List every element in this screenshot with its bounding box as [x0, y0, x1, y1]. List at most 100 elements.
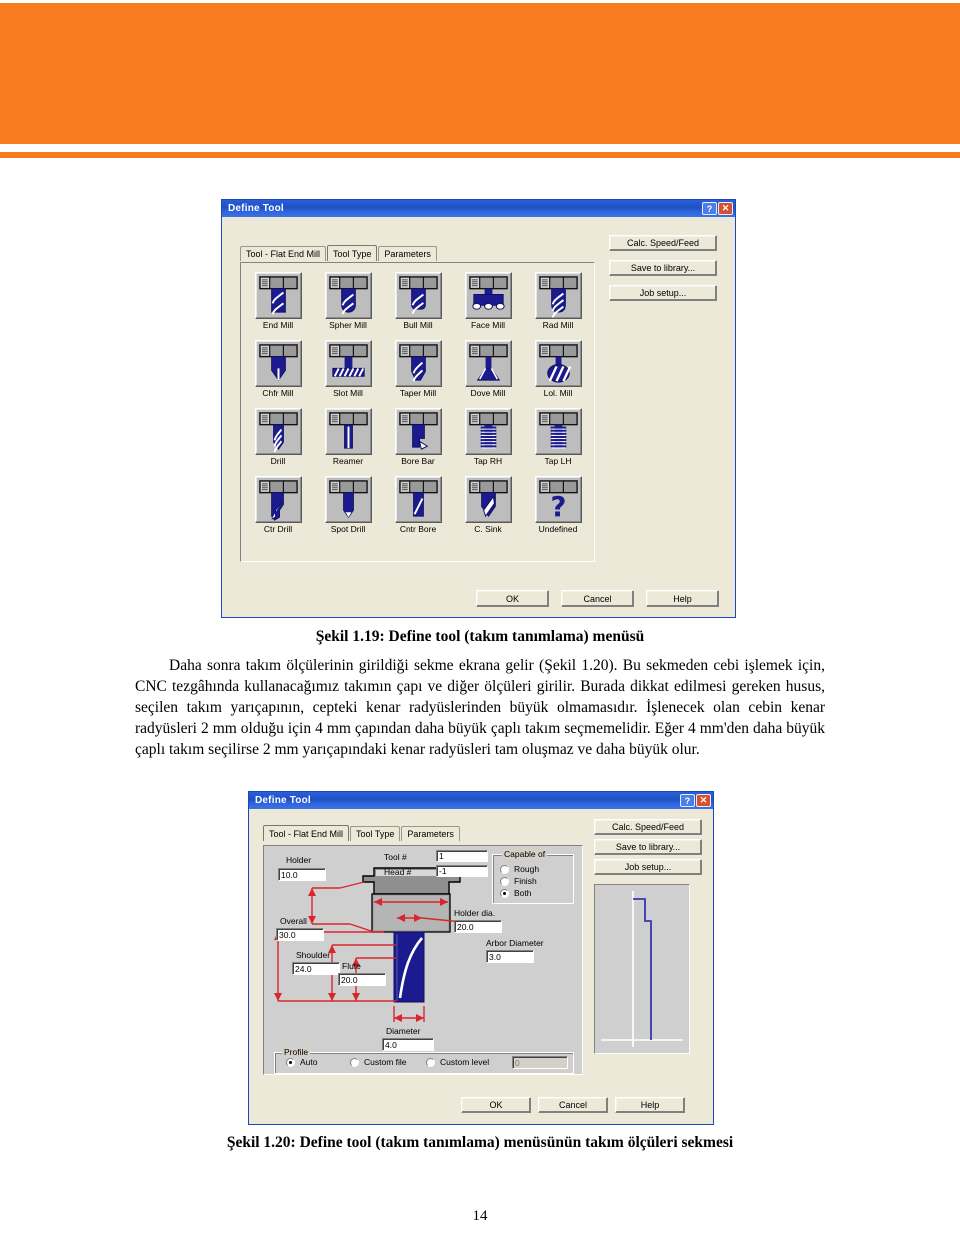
countersink-icon[interactable] — [464, 476, 512, 523]
label-flute: Flute — [342, 961, 361, 971]
tool-type-cell[interactable]: Cntr Bore — [383, 476, 453, 544]
center-drill-icon[interactable] — [254, 476, 302, 523]
label-profile-custom-level: Custom level — [440, 1057, 490, 1067]
bull-mill-icon[interactable] — [394, 272, 442, 319]
radio-rough[interactable] — [500, 865, 509, 874]
tab-tool-flat-end-mill[interactable]: Tool - Flat End Mill — [240, 246, 327, 261]
tool-type-cell[interactable]: Slot Mill — [313, 340, 383, 408]
tool-type-label: Spot Drill — [330, 524, 366, 534]
chamfer-mill-icon[interactable] — [254, 340, 302, 387]
tool-type-label: Tap RH — [473, 456, 503, 466]
tool-type-cell[interactable]: ? Undefined — [523, 476, 593, 544]
bore-bar-icon[interactable] — [394, 408, 442, 455]
tool-type-cell[interactable]: Ctr Drill — [243, 476, 313, 544]
tool-type-label: Taper Mill — [399, 388, 437, 398]
tool-type-cell[interactable]: End Mill — [243, 272, 313, 340]
save-to-library-button[interactable]: Save to library... — [609, 260, 717, 276]
close-icon[interactable]: ✕ — [718, 202, 733, 215]
tool-type-cell[interactable]: Dove Mill — [453, 340, 523, 408]
label-arbor-diameter: Arbor Diameter — [486, 938, 544, 948]
tool-type-cell[interactable]: Tap LH — [523, 408, 593, 476]
holder-dia-input[interactable]: 20.0 — [454, 920, 502, 933]
tool-type-cell[interactable]: Chfr Mill — [243, 340, 313, 408]
tool-type-cell[interactable]: Bore Bar — [383, 408, 453, 476]
face-mill-icon[interactable] — [464, 272, 512, 319]
tool-type-cell[interactable]: Face Mill — [453, 272, 523, 340]
reamer-icon[interactable] — [324, 408, 372, 455]
tap-lh-icon[interactable] — [534, 408, 582, 455]
tool-type-label: Lol. Mill — [543, 388, 573, 398]
save-to-library-button[interactable]: Save to library... — [594, 839, 702, 855]
drill-icon[interactable] — [254, 408, 302, 455]
tool-type-cell[interactable]: Lol. Mill — [523, 340, 593, 408]
counter-bore-icon[interactable] — [394, 476, 442, 523]
tool-type-cell[interactable]: Rad Mill — [523, 272, 593, 340]
help-icon[interactable]: ? — [702, 202, 717, 215]
spot-drill-icon[interactable] — [324, 476, 372, 523]
radio-both[interactable] — [500, 889, 509, 898]
undefined-tool-icon[interactable]: ? — [534, 476, 582, 523]
overall-length-input[interactable]: 30.0 — [276, 928, 324, 941]
cancel-button[interactable]: Cancel — [561, 590, 634, 607]
tool-type-cell[interactable]: Tap RH — [453, 408, 523, 476]
tool-type-cell[interactable]: Taper Mill — [383, 340, 453, 408]
radio-profile-custom-file[interactable] — [350, 1058, 359, 1067]
tool-number-input[interactable]: 1 — [436, 850, 488, 862]
radio-finish[interactable] — [500, 877, 509, 886]
tool-type-label: Face Mill — [470, 320, 505, 330]
tab-tool-type[interactable]: Tool Type — [327, 245, 378, 261]
tool-type-cell[interactable]: Drill — [243, 408, 313, 476]
tool-profile-preview — [594, 884, 690, 1054]
taper-mill-icon[interactable] — [394, 340, 442, 387]
tab-tool-type[interactable]: Tool Type — [350, 826, 401, 841]
tab-strip: Tool - Flat End Mill Tool Type Parameter… — [263, 825, 461, 841]
tab-parameters[interactable]: Parameters — [378, 246, 437, 261]
dialog-titlebar[interactable]: Define Tool ? ✕ — [222, 200, 735, 217]
tool-type-label: Undefined — [538, 524, 578, 534]
holder-length-input[interactable]: 10.0 — [278, 868, 326, 881]
job-setup-button[interactable]: Job setup... — [609, 285, 717, 301]
tool-type-label: C. Sink — [474, 524, 502, 534]
tool-type-cell[interactable]: Spher Mill — [313, 272, 383, 340]
tool-type-label: Dove Mill — [470, 388, 506, 398]
calc-speed-feed-button[interactable]: Calc. Speed/Feed — [594, 819, 702, 835]
help-button[interactable]: Help — [646, 590, 719, 607]
tool-type-label: Bull Mill — [403, 320, 433, 330]
slot-mill-icon[interactable] — [324, 340, 372, 387]
close-icon[interactable]: ✕ — [696, 794, 711, 807]
flute-length-input[interactable]: 20.0 — [338, 973, 386, 986]
tool-type-label: Ctr Drill — [263, 524, 293, 534]
calc-speed-feed-button[interactable]: Calc. Speed/Feed — [609, 235, 717, 251]
help-icon[interactable]: ? — [680, 794, 695, 807]
job-setup-button[interactable]: Job setup... — [594, 859, 702, 875]
tool-type-cell[interactable]: C. Sink — [453, 476, 523, 544]
help-button[interactable]: Help — [615, 1097, 685, 1113]
ok-button[interactable]: OK — [461, 1097, 531, 1113]
shoulder-length-input[interactable]: 24.0 — [292, 962, 340, 975]
lollipop-mill-icon[interactable] — [534, 340, 582, 387]
spherical-mill-icon[interactable] — [324, 272, 372, 319]
radio-profile-custom-level[interactable] — [426, 1058, 435, 1067]
tap-rh-icon[interactable] — [464, 408, 512, 455]
end-mill-icon[interactable] — [254, 272, 302, 319]
label-holder-dia: Holder dia. — [454, 908, 496, 918]
tool-dimension-diagram: Tool # 1 Head # -1 Holder 10.0 Holder di… — [263, 845, 583, 1075]
tab-tool-flat-end-mill[interactable]: Tool - Flat End Mill — [263, 825, 350, 841]
radius-mill-icon[interactable] — [534, 272, 582, 319]
label-diameter: Diameter — [386, 1026, 421, 1036]
capable-of-caption: Capable of — [502, 849, 548, 859]
dialog-titlebar[interactable]: Define Tool ? ✕ — [249, 792, 713, 809]
radio-profile-auto[interactable] — [286, 1058, 295, 1067]
profile-preview-svg — [601, 891, 683, 1047]
diameter-input[interactable]: 4.0 — [382, 1038, 434, 1051]
ok-button[interactable]: OK — [476, 590, 549, 607]
arbor-diameter-input[interactable]: 3.0 — [486, 950, 534, 963]
dovetail-mill-icon[interactable] — [464, 340, 512, 387]
tab-parameters[interactable]: Parameters — [401, 826, 460, 841]
tool-type-cell[interactable]: Reamer — [313, 408, 383, 476]
tool-type-cell[interactable]: Spot Drill — [313, 476, 383, 544]
cancel-button[interactable]: Cancel — [538, 1097, 608, 1113]
custom-level-input[interactable]: 0 — [512, 1056, 568, 1069]
tool-type-cell[interactable]: Bull Mill — [383, 272, 453, 340]
head-number-input[interactable]: -1 — [436, 865, 488, 877]
